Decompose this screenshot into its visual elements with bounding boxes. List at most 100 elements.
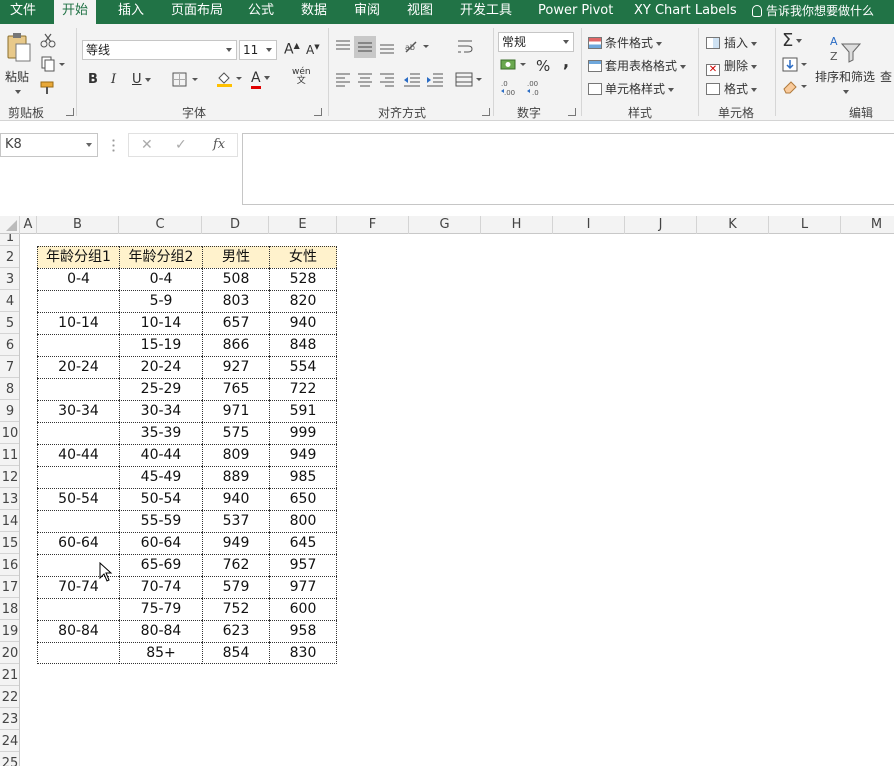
insert-function-icon[interactable]: fx	[213, 137, 225, 152]
table-cell[interactable]: 820	[269, 290, 337, 312]
table-cell[interactable]: 65-69	[119, 554, 202, 576]
row-header-21[interactable]: 21	[0, 664, 19, 686]
column-header-e[interactable]: E	[269, 216, 337, 234]
column-header-b[interactable]: B	[37, 216, 119, 234]
row-header-14[interactable]: 14	[0, 510, 19, 532]
row-header-24[interactable]: 24	[0, 730, 19, 752]
tab-developer[interactable]: 开发工具	[452, 0, 520, 24]
column-header-c[interactable]: C	[119, 216, 202, 234]
table-cell[interactable]: 554	[269, 356, 337, 378]
tab-data[interactable]: 数据	[293, 0, 335, 24]
table-cell[interactable]: 830	[269, 642, 337, 664]
table-cell[interactable]: 650	[269, 488, 337, 510]
column-header-l[interactable]: L	[769, 216, 841, 234]
find-select-button[interactable]: 查	[880, 68, 892, 85]
column-header-g[interactable]: G	[409, 216, 481, 234]
table-cell[interactable]: 765	[202, 378, 269, 400]
font-color-button[interactable]: A	[251, 70, 270, 89]
row-header-4[interactable]: 4	[0, 290, 19, 312]
tab-insert[interactable]: 插入	[110, 0, 152, 24]
align-left-icon[interactable]	[334, 72, 352, 91]
cell-styles-button[interactable]: 单元格样式	[588, 80, 675, 97]
tab-view[interactable]: 视图	[399, 0, 441, 24]
format-painter-icon[interactable]	[40, 80, 58, 99]
table-cell[interactable]: 985	[269, 466, 337, 488]
column-header-j[interactable]: J	[625, 216, 697, 234]
table-cell[interactable]: 30-34	[37, 400, 119, 422]
select-all-corner[interactable]	[0, 216, 20, 234]
table-header-cell[interactable]: 年龄分组1	[37, 246, 119, 268]
table-cell[interactable]	[37, 510, 119, 532]
table-cell[interactable]	[37, 598, 119, 620]
delete-cells-button[interactable]: ✕ 删除	[706, 57, 758, 76]
table-cell[interactable]: 50-54	[37, 488, 119, 510]
table-cell[interactable]: 85+	[119, 642, 202, 664]
row-header-9[interactable]: 9	[0, 400, 19, 422]
table-cell[interactable]: 35-39	[119, 422, 202, 444]
table-cell[interactable]: 40-44	[37, 444, 119, 466]
column-header-f[interactable]: F	[337, 216, 409, 234]
table-cell[interactable]	[37, 290, 119, 312]
table-cell[interactable]: 55-59	[119, 510, 202, 532]
align-top-icon[interactable]	[334, 38, 352, 59]
cancel-icon[interactable]: ✕	[141, 137, 153, 153]
table-cell[interactable]: 762	[202, 554, 269, 576]
table-cell[interactable]: 927	[202, 356, 269, 378]
bold-button[interactable]: B	[88, 72, 98, 87]
cells-area[interactable]: 年龄分组1 年龄分组2 男性 女性 0-4 0-4 508 528 5-9 803 820 10-14…	[20, 234, 894, 766]
decrease-decimal-icon[interactable]: .00.0	[526, 78, 546, 99]
table-cell[interactable]: 80-84	[119, 620, 202, 642]
worksheet-grid[interactable]: ABCDEFGHIJKLM 1 2 3 4 5 6 7 8 9 10 11 12 13 14 15 16 17 1…	[0, 216, 894, 766]
table-cell[interactable]: 575	[202, 422, 269, 444]
sort-filter-button[interactable]: 排序和筛选	[815, 68, 875, 85]
table-cell[interactable]: 645	[269, 532, 337, 554]
row-header-12[interactable]: 12	[0, 466, 19, 488]
decrease-indent-icon[interactable]	[402, 72, 422, 91]
paste-button[interactable]: 粘贴	[5, 68, 29, 85]
table-cell[interactable]: 15-19	[119, 334, 202, 356]
table-cell[interactable]: 579	[202, 576, 269, 598]
italic-button[interactable]: I	[111, 72, 116, 87]
paste-icon[interactable]	[6, 32, 32, 67]
table-cell[interactable]: 949	[202, 532, 269, 554]
font-name-select[interactable]: 等线	[82, 40, 237, 60]
copy-icon[interactable]	[40, 56, 66, 75]
table-cell[interactable]: 25-29	[119, 378, 202, 400]
format-cells-button[interactable]: 格式	[706, 80, 758, 97]
table-cell[interactable]: 657	[202, 312, 269, 334]
decrease-font-size-button[interactable]: A▼	[306, 43, 320, 57]
table-cell[interactable]: 0-4	[119, 268, 202, 290]
phonetic-guide-button[interactable]: wén 文	[292, 68, 311, 86]
table-cell[interactable]: 866	[202, 334, 269, 356]
table-cell[interactable]: 752	[202, 598, 269, 620]
column-header-m[interactable]: M	[841, 216, 894, 234]
fill-color-icon[interactable]	[216, 70, 246, 91]
table-cell[interactable]: 999	[269, 422, 337, 444]
formula-input[interactable]	[242, 133, 894, 205]
row-header-10[interactable]: 10	[0, 422, 19, 444]
column-header-a[interactable]: A	[20, 216, 37, 234]
table-cell[interactable]: 940	[202, 488, 269, 510]
table-cell[interactable]: 528	[269, 268, 337, 290]
table-cell[interactable]	[37, 422, 119, 444]
row-header-13[interactable]: 13	[0, 488, 19, 510]
table-header-cell[interactable]: 年龄分组2	[119, 246, 202, 268]
percent-style-button[interactable]: %	[536, 57, 550, 75]
row-header-1[interactable]: 1	[0, 234, 19, 246]
column-header-d[interactable]: D	[202, 216, 269, 234]
table-cell[interactable]: 508	[202, 268, 269, 290]
table-cell[interactable]: 977	[269, 576, 337, 598]
table-cell[interactable]: 10-14	[37, 312, 119, 334]
table-cell[interactable]	[37, 642, 119, 664]
table-cell[interactable]: 957	[269, 554, 337, 576]
table-cell[interactable]: 958	[269, 620, 337, 642]
tab-review[interactable]: 审阅	[346, 0, 388, 24]
clipboard-launcher[interactable]	[66, 108, 74, 116]
fill-icon[interactable]	[782, 57, 810, 76]
comma-style-button[interactable]: ,	[563, 52, 569, 71]
table-cell[interactable]: 722	[269, 378, 337, 400]
underline-button[interactable]: U	[132, 72, 151, 87]
row-header-8[interactable]: 8	[0, 378, 19, 400]
table-cell[interactable]: 800	[269, 510, 337, 532]
row-header-23[interactable]: 23	[0, 708, 19, 730]
